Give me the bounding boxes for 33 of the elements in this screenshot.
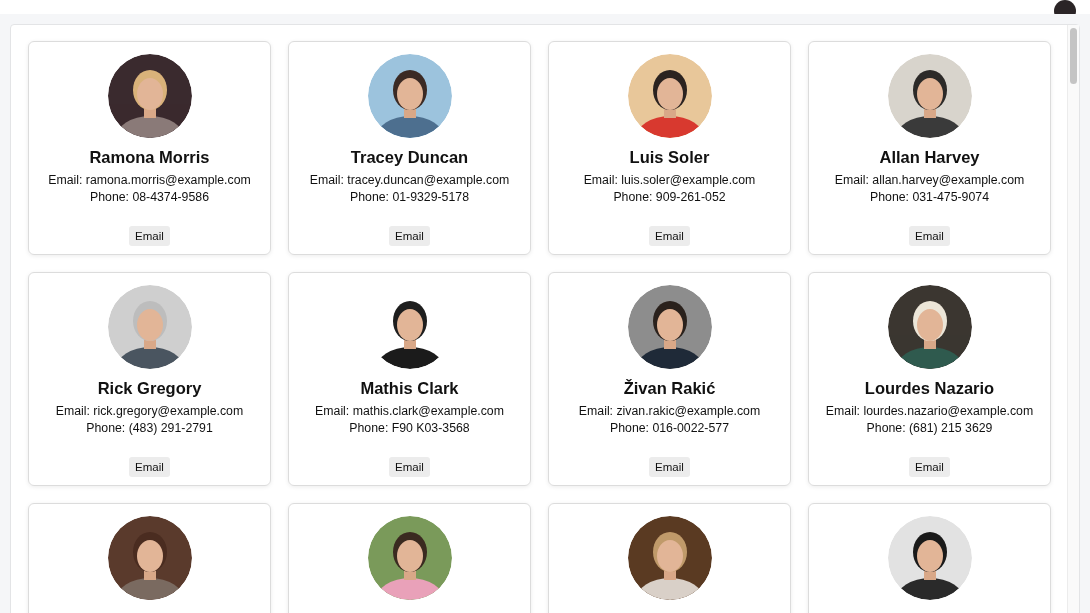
email-button[interactable]: Email — [129, 457, 170, 477]
contact-email: Email: allan.harvey@example.com — [834, 173, 1025, 187]
contact-email: Email: zivan.rakic@example.com — [578, 404, 761, 418]
contact-email: Email: ramona.morris@example.com — [48, 173, 251, 187]
contact-phone: Phone: 016-0022-577 — [610, 421, 729, 435]
contact-email: Email: rick.gregory@example.com — [55, 404, 244, 418]
contact-name: Živan Rakić — [623, 379, 716, 398]
contact-phone: Phone: 031-475-9074 — [870, 190, 989, 204]
contact-phone: Phone: 01-9329-5178 — [350, 190, 469, 204]
email-button[interactable]: Email — [389, 226, 430, 246]
contact-name: Luis Soler — [629, 148, 710, 167]
contact-phone: Phone: F90 K03-3568 — [349, 421, 470, 435]
contact-email: Email: mathis.clark@example.com — [315, 404, 504, 418]
contact-email: Email: lourdes.nazario@example.com — [825, 404, 1034, 418]
email-button[interactable]: Email — [649, 226, 690, 246]
email-button[interactable]: Email — [389, 457, 430, 477]
contact-email: Email: luis.soler@example.com — [583, 173, 756, 187]
contact-name: Mathis Clark — [360, 379, 459, 398]
email-button[interactable]: Email — [129, 226, 170, 246]
contact-phone: Phone: 08-4374-9586 — [90, 190, 209, 204]
contact-phone: Phone: (681) 215 3629 — [866, 421, 993, 435]
contact-name: Tracey Duncan — [350, 148, 469, 167]
email-button[interactable]: Email — [909, 457, 950, 477]
contact-name: Allan Harvey — [879, 148, 980, 167]
contact-email: Email: tracey.duncan@example.com — [309, 173, 510, 187]
contact-phone: Phone: 909-261-052 — [613, 190, 726, 204]
contact-name: Ramona Morris — [89, 148, 210, 167]
email-button[interactable]: Email — [909, 226, 950, 246]
scrollbar-thumb[interactable] — [1070, 28, 1077, 84]
contact-name: Lourdes Nazario — [864, 379, 995, 398]
email-button[interactable]: Email — [649, 457, 690, 477]
contact-phone: Phone: (483) 291-2791 — [86, 421, 213, 435]
contact-name: Rick Gregory — [97, 379, 202, 398]
